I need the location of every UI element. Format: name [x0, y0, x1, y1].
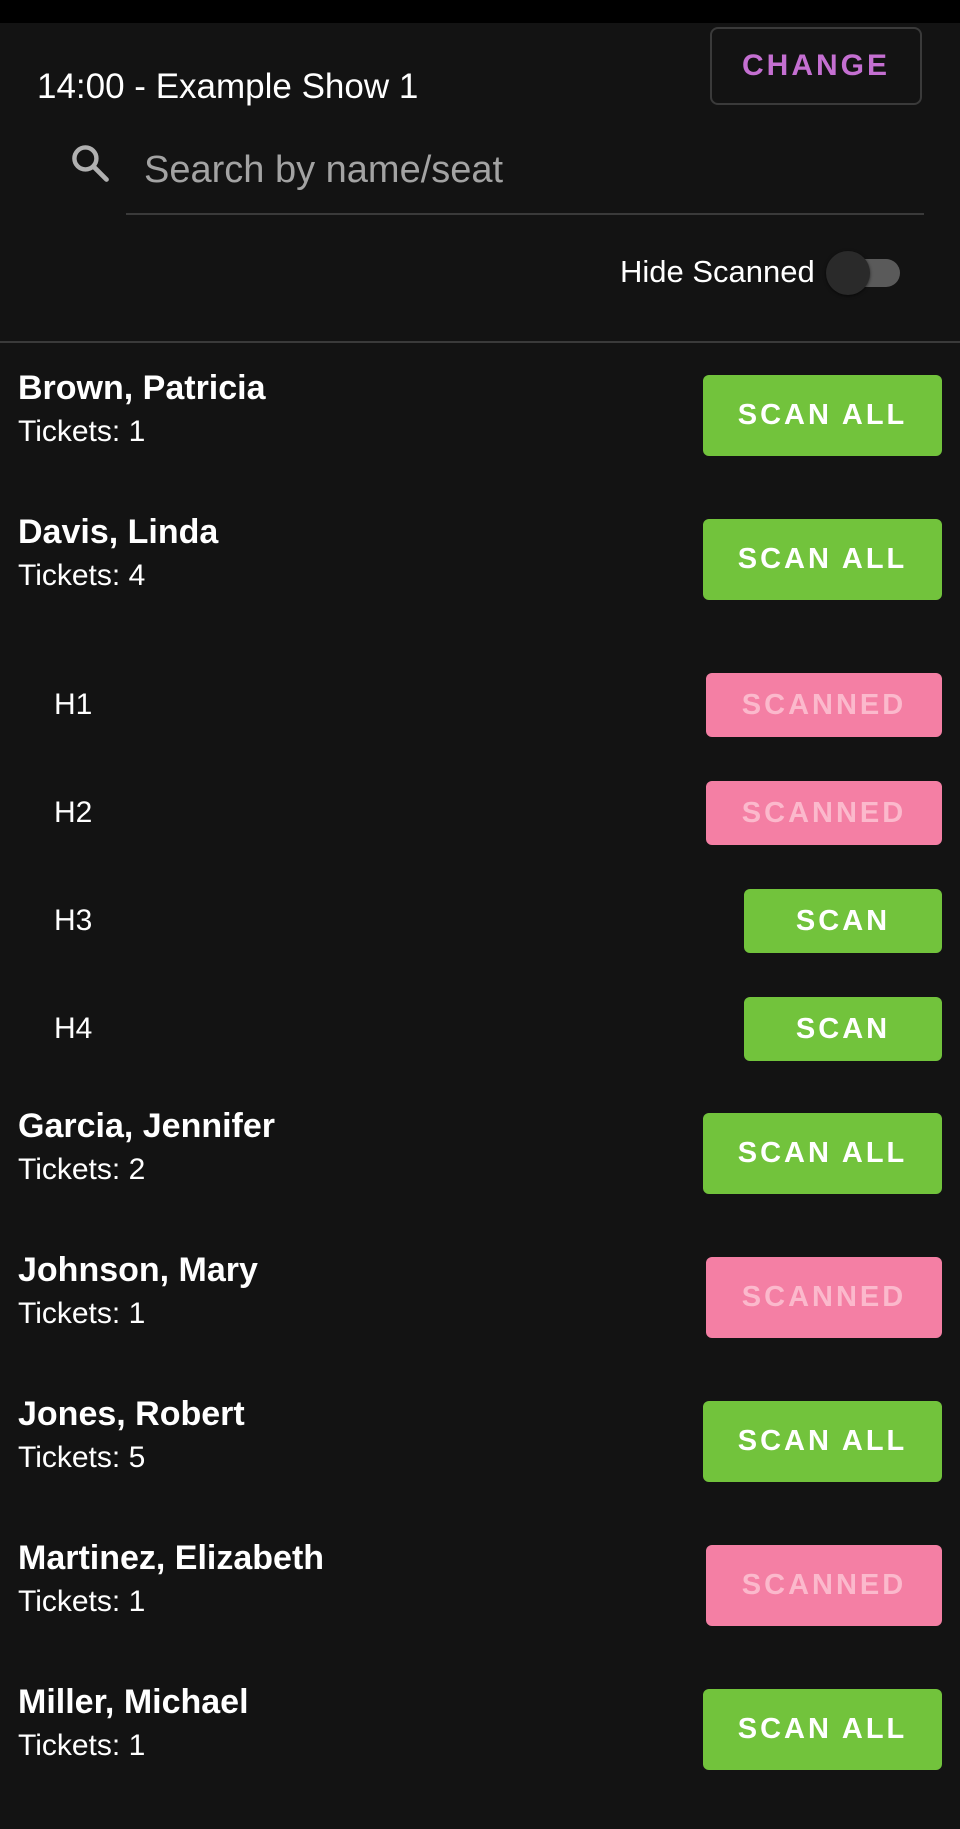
person-name: Brown, Patricia	[18, 369, 266, 407]
scan-button[interactable]: SCAN	[744, 889, 942, 953]
person-name: Davis, Linda	[18, 513, 219, 551]
ticket-count: Tickets: 2	[18, 1153, 146, 1186]
seat-row: H2 SCANNED	[0, 781, 960, 845]
scanned-button[interactable]: SCANNED	[706, 673, 942, 737]
status-bar	[0, 0, 960, 23]
scan-all-button[interactable]: SCAN ALL	[703, 375, 942, 456]
list-item: Davis, Linda Tickets: 4 SCAN ALL	[0, 512, 960, 602]
scan-all-button[interactable]: SCAN ALL	[703, 1401, 942, 1482]
list-item: Garcia, Jennifer Tickets: 2 SCAN ALL	[0, 1106, 960, 1196]
person-name: Johnson, Mary	[18, 1251, 258, 1289]
scan-button[interactable]: SCAN	[744, 997, 942, 1061]
header-divider	[0, 341, 960, 343]
scan-all-button[interactable]: SCAN ALL	[703, 519, 942, 600]
person-name: Martinez, Elizabeth	[18, 1539, 325, 1577]
ticket-count: Tickets: 1	[18, 415, 146, 448]
list-item: Brown, Patricia Tickets: 1 SCAN ALL	[0, 368, 960, 458]
scanned-button[interactable]: SCANNED	[706, 1545, 942, 1626]
ticket-count: Tickets: 1	[18, 1585, 146, 1618]
toggle-thumb	[826, 251, 870, 295]
scan-all-button[interactable]: SCAN ALL	[703, 1113, 942, 1194]
seat-label: H4	[54, 1012, 93, 1045]
seat-label: H3	[54, 904, 93, 937]
ticket-count: Tickets: 1	[18, 1297, 146, 1330]
seat-row: H3 SCAN	[0, 889, 960, 953]
hide-scanned-label: Hide Scanned	[620, 254, 815, 289]
hide-scanned-toggle[interactable]	[826, 249, 900, 295]
seat-row: H4 SCAN	[0, 997, 960, 1061]
ticket-scanner-screen: 14:00 - Example Show 1 CHANGE Hide Scann…	[0, 23, 960, 1829]
search-input[interactable]	[126, 135, 924, 215]
show-title: 14:00 - Example Show 1	[37, 67, 419, 106]
ticket-count: Tickets: 5	[18, 1441, 146, 1474]
person-name: Jones, Robert	[18, 1395, 245, 1433]
list-item: Miller, Michael Tickets: 1 SCAN ALL	[0, 1682, 960, 1772]
seat-label: H1	[54, 688, 93, 721]
ticket-count: Tickets: 1	[18, 1729, 146, 1762]
seat-row: H1 SCANNED	[0, 673, 960, 737]
seat-label: H2	[54, 796, 93, 829]
change-show-button[interactable]: CHANGE	[710, 27, 922, 105]
scanned-button[interactable]: SCANNED	[706, 781, 942, 845]
person-name: Miller, Michael	[18, 1683, 249, 1721]
list-item: Jones, Robert Tickets: 5 SCAN ALL	[0, 1394, 960, 1484]
list-item: Martinez, Elizabeth Tickets: 1 SCANNED	[0, 1538, 960, 1628]
person-name: Garcia, Jennifer	[18, 1107, 276, 1145]
list-item: Johnson, Mary Tickets: 1 SCANNED	[0, 1250, 960, 1340]
search-icon	[72, 145, 109, 182]
scanned-button[interactable]: SCANNED	[706, 1257, 942, 1338]
ticket-count: Tickets: 4	[18, 559, 146, 592]
scan-all-button[interactable]: SCAN ALL	[703, 1689, 942, 1770]
